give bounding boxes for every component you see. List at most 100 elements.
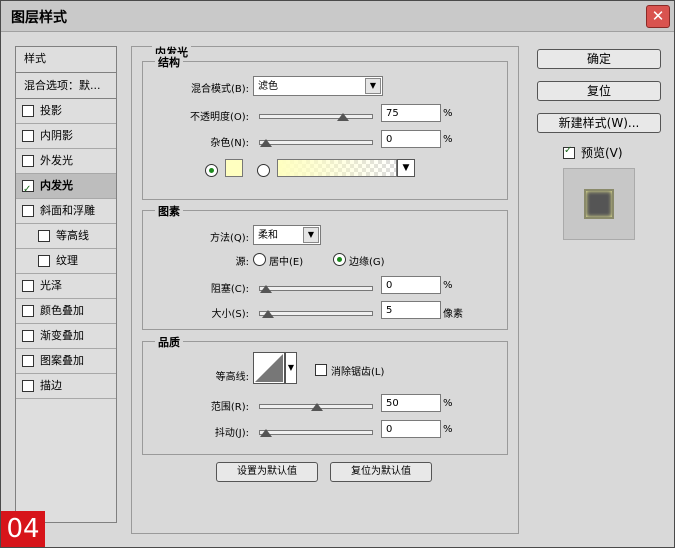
styles-header[interactable]: 样式 [16,47,116,73]
source-edge-radio[interactable] [333,253,346,266]
choke-slider-thumb[interactable] [260,285,272,293]
step-badge: 04 [1,511,45,547]
sidebar-item-checkbox[interactable] [22,280,34,292]
new-style-button[interactable]: 新建样式(W)... [537,113,661,133]
choke-slider[interactable] [259,285,373,293]
technique-select[interactable]: 柔和 ▼ [253,225,321,245]
opacity-percent: % [443,108,453,119]
noise-input[interactable]: 0 [381,130,441,148]
opacity-label: 不透明度(O): [189,112,249,123]
sidebar-item[interactable]: 颜色叠加 [16,299,116,324]
blend-mode-select[interactable]: 滤色 ▼ [253,76,383,96]
sidebar-item[interactable]: 渐变叠加 [16,324,116,349]
contour-picker[interactable] [253,352,285,384]
sidebar-item[interactable]: 内发光 [16,174,116,199]
size-label: 大小(S): [211,309,249,320]
source-edge-label[interactable]: 边缘(G) [349,253,385,268]
sidebar-item-checkbox[interactable] [22,105,34,117]
size-slider-thumb[interactable] [262,310,274,318]
chevron-down-icon: ▼ [303,227,319,243]
antialias-label[interactable]: 消除锯齿(L) [331,363,384,378]
sidebar-item-checkbox[interactable] [22,178,34,198]
jitter-input[interactable]: 0 [381,420,441,438]
reset-default-button[interactable]: 复位为默认值 [330,462,432,482]
range-slider-thumb[interactable] [311,403,323,411]
reset-button[interactable]: 复位 [537,81,661,101]
title-bar: 图层样式 ✕ [1,1,674,32]
chevron-down-icon[interactable]: ▼ [397,159,415,177]
sidebar-item-checkbox[interactable] [22,130,34,142]
sidebar-item[interactable]: 内阴影 [16,124,116,149]
sidebar-item-label: 外发光 [40,154,73,167]
glow-color-swatch[interactable] [225,159,243,177]
sidebar-item-checkbox[interactable] [22,380,34,392]
jitter-label: 抖动(J): [214,428,249,439]
choke-percent: % [443,280,453,291]
source-label: 源: [235,257,249,268]
gradient-picker[interactable] [277,159,397,177]
sidebar-item-checkbox[interactable] [38,255,50,267]
inner-glow-panel: 内发光 结构 混合模式(B): 滤色 ▼ 不透明度(O): 75 % 杂色(N)… [131,44,519,534]
sidebar-item-checkbox[interactable] [22,330,34,342]
choke-input[interactable]: 0 [381,276,441,294]
sidebar-item-label: 颜色叠加 [40,304,84,317]
sidebar-item-label: 斜面和浮雕 [40,204,95,217]
sidebar-item[interactable]: 描边 [16,374,116,399]
sidebar-item[interactable]: 外发光 [16,149,116,174]
noise-percent: % [443,134,453,145]
preview-thumbnail [563,168,635,240]
range-input[interactable]: 50 [381,394,441,412]
jitter-slider-thumb[interactable] [260,429,272,437]
sidebar-item[interactable]: 等高线 [16,224,116,249]
make-default-button[interactable]: 设置为默认值 [216,462,318,482]
ok-button[interactable]: 确定 [537,49,661,69]
layer-style-dialog: 图层样式 ✕ 样式 混合选项：默... 投影内阴影外发光内发光斜面和浮雕等高线纹… [0,0,675,548]
preview-toggle[interactable]: 预览(V) [563,144,623,161]
sidebar-item-label: 内发光 [40,179,73,192]
chevron-down-icon[interactable]: ▼ [285,352,297,384]
sidebar-item-label: 光泽 [40,279,62,292]
range-label: 范围(R): [210,402,249,413]
structure-group: 结构 混合模式(B): 滤色 ▼ 不透明度(O): 75 % 杂色(N): 0 … [142,54,508,200]
preview-swatch [584,189,614,219]
sidebar-item[interactable]: 投影 [16,99,116,124]
size-input[interactable]: 5 [381,301,441,319]
solid-color-radio[interactable] [205,164,218,177]
noise-slider[interactable] [259,139,373,147]
blending-options-item[interactable]: 混合选项：默... [16,73,116,99]
sidebar-item-label: 描边 [40,379,62,392]
sidebar-item-label: 投影 [40,104,62,117]
sidebar-item-label: 纹理 [56,254,78,267]
sidebar-item[interactable]: 图案叠加 [16,349,116,374]
source-center-label[interactable]: 居中(E) [269,253,303,268]
sidebar-item-label: 等高线 [56,229,89,242]
source-center-radio[interactable] [253,253,266,266]
close-button[interactable]: ✕ [646,5,670,28]
technique-label: 方法(Q): [209,233,249,244]
sidebar-item[interactable]: 光泽 [16,274,116,299]
noise-slider-thumb[interactable] [260,139,272,147]
sidebar-item-checkbox[interactable] [22,155,34,167]
blend-mode-label: 混合模式(B): [190,84,249,95]
range-slider[interactable] [259,403,373,411]
quality-title: 品质 [155,334,183,350]
opacity-input[interactable]: 75 [381,104,441,122]
antialias-checkbox[interactable] [315,364,327,376]
sidebar-item[interactable]: 纹理 [16,249,116,274]
preview-checkbox[interactable] [563,145,575,159]
sidebar-item-checkbox[interactable] [22,355,34,367]
opacity-slider-thumb[interactable] [337,113,349,121]
contour-preview-icon [255,354,283,382]
sidebar-item-checkbox[interactable] [22,305,34,317]
sidebar-item-checkbox[interactable] [22,205,34,217]
sidebar-item-checkbox[interactable] [38,230,50,242]
jitter-slider[interactable] [259,429,373,437]
sidebar-item[interactable]: 斜面和浮雕 [16,199,116,224]
gradient-radio[interactable] [257,164,270,177]
opacity-slider[interactable] [259,113,373,121]
dialog-body: 样式 混合选项：默... 投影内阴影外发光内发光斜面和浮雕等高线纹理光泽颜色叠加… [1,32,674,547]
quality-group: 品质 等高线: ▼ 消除锯齿(L) 范围(R): 50 % 抖动(J): 0 % [142,334,508,455]
size-unit: 像素 [443,309,463,320]
sidebar-item-label: 渐变叠加 [40,329,84,342]
size-slider[interactable] [259,310,373,318]
